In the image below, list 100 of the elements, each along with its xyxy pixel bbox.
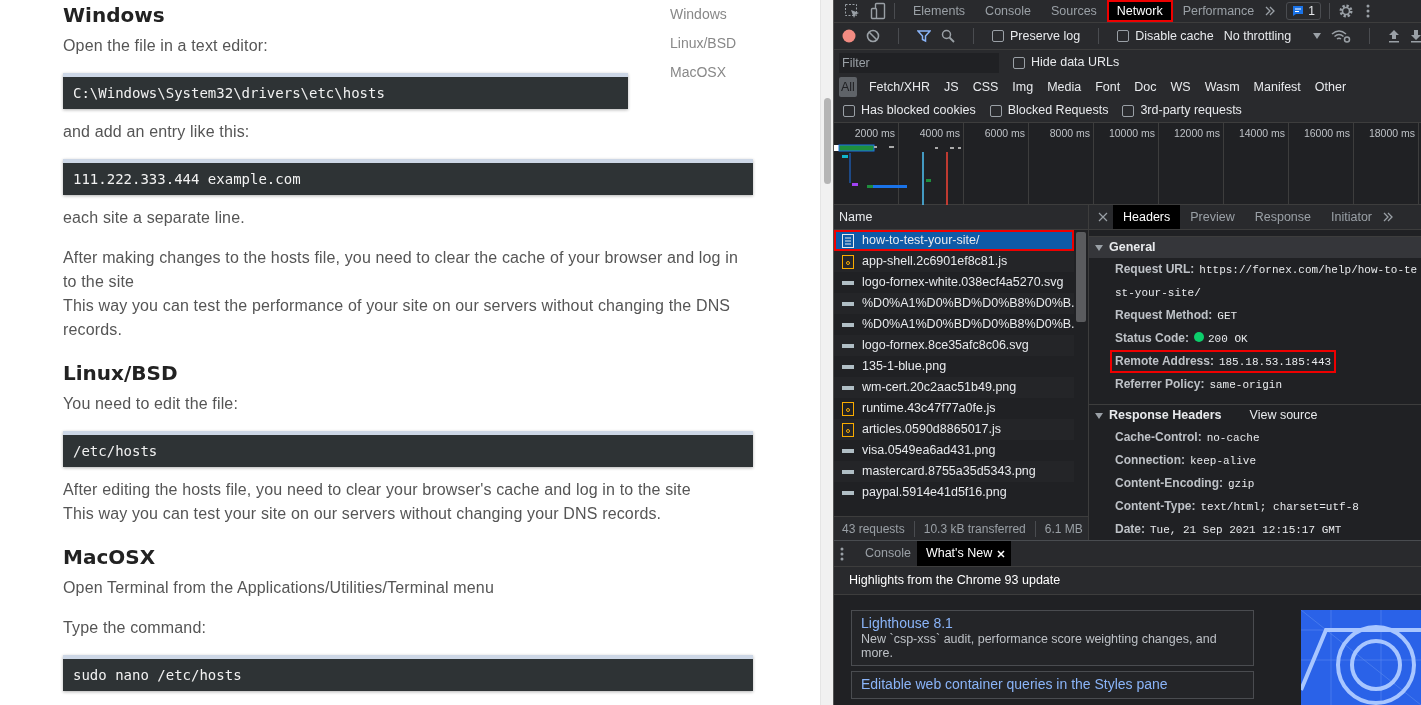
- header-value: 200 OK: [1208, 333, 1248, 345]
- detail-tab[interactable]: Headers: [1113, 205, 1181, 229]
- request-row[interactable]: visa.0549ea6ad431.png: [834, 440, 1074, 461]
- section-title[interactable]: Response Headers: [1109, 406, 1222, 425]
- request-name: wm-cert.20c2aac51b49.png: [862, 379, 1017, 397]
- request-row[interactable]: how-to-test-your-site/: [834, 230, 1074, 251]
- type-filter[interactable]: JS: [942, 76, 961, 98]
- paragraph-text: This way you can test your site on our servers without changing your DNS records.: [63, 504, 663, 524]
- request-row[interactable]: articles.0590d8865017.js: [834, 419, 1074, 440]
- panel-tab[interactable]: Elements: [903, 0, 976, 22]
- feature-card[interactable]: Lighthouse 8.1 New `csp-xss` audit, performance score weighting changes, and more.: [851, 610, 1254, 666]
- code-block: /etc/hosts: [63, 431, 753, 467]
- toc-link[interactable]: Linux/BSD: [670, 29, 753, 58]
- download-icon[interactable]: [1410, 29, 1421, 43]
- type-filter[interactable]: Wasm: [1202, 76, 1242, 98]
- close-icon[interactable]: [997, 549, 1006, 558]
- feature-card[interactable]: Editable web container queries in the Styles pane: [851, 671, 1254, 699]
- script-file-icon: [842, 254, 854, 269]
- filter-checkbox[interactable]: Blocked Requests: [989, 101, 1109, 120]
- card-title-link[interactable]: Editable web container queries in the Styles pane: [861, 676, 1244, 693]
- timeline-tick-label: 16000 ms: [1289, 123, 1354, 204]
- clear-icon[interactable]: [866, 29, 880, 43]
- filter-checkbox[interactable]: 3rd-party requests: [1122, 101, 1242, 120]
- device-icon[interactable]: [870, 2, 886, 20]
- more-tabs-icon[interactable]: [1264, 5, 1277, 17]
- script-file-icon: [842, 401, 854, 416]
- record-icon[interactable]: [842, 29, 856, 43]
- request-name: articles.0590d8865017.js: [862, 421, 1001, 439]
- filter-checkbox[interactable]: Has blocked cookies: [843, 101, 976, 120]
- request-name: runtime.43c47f77a0fe.js: [862, 400, 996, 418]
- type-filter[interactable]: WS: [1168, 76, 1193, 98]
- type-filter[interactable]: Fetch/XHR: [866, 76, 933, 98]
- section-heading: Linux/BSD: [63, 360, 179, 387]
- request-row[interactable]: paypal.5914e41d5f16.png: [834, 482, 1074, 503]
- expanded-triangle-icon[interactable]: [1095, 243, 1103, 252]
- more-options-icon[interactable]: [1365, 4, 1370, 18]
- upload-icon[interactable]: [1388, 29, 1401, 43]
- panel-tab[interactable]: Performance: [1172, 0, 1265, 22]
- more-tabs-icon[interactable]: [1382, 211, 1394, 223]
- card-title-link[interactable]: Lighthouse 8.1: [861, 615, 1244, 632]
- list-scrollbar[interactable]: [1076, 232, 1086, 322]
- issues-button[interactable]: 1: [1286, 2, 1321, 20]
- panel-tab[interactable]: Sources: [1041, 0, 1107, 22]
- type-filter[interactable]: Font: [1093, 76, 1123, 98]
- request-row[interactable]: %D0%A1%D0%BD%D0%B8%D0%B.: [834, 293, 1074, 314]
- header-field: Date: Tue, 21 Sep 2021 12:15:17 GMT: [1115, 522, 1342, 536]
- detail-tab[interactable]: Response: [1244, 205, 1321, 229]
- request-name: 135-1-blue.png: [862, 358, 947, 376]
- code-block: sudo nano /etc/hosts: [63, 655, 753, 691]
- toc-link[interactable]: MacOSX: [670, 58, 753, 87]
- request-row[interactable]: mastercard.8755a35d5343.png: [834, 461, 1074, 482]
- request-row[interactable]: logo-fornex-white.038ecf4a5270.svg: [834, 272, 1074, 293]
- section-heading: Windows: [63, 2, 166, 29]
- panel-tab[interactable]: Network: [1106, 0, 1173, 22]
- expanded-triangle-icon[interactable]: [1095, 411, 1103, 420]
- header-field: Content-Encoding: gzip: [1115, 476, 1255, 490]
- type-filter[interactable]: Media: [1045, 76, 1084, 98]
- header-name: Status Code:: [1115, 331, 1189, 345]
- page-scrollbar[interactable]: [820, 0, 833, 705]
- code-block: C:\Windows\System32\drivers\etc\hosts: [63, 73, 628, 109]
- disable-cache-checkbox[interactable]: Disable cache: [1117, 26, 1214, 46]
- request-row[interactable]: runtime.43c47f77a0fe.js: [834, 398, 1074, 419]
- type-filter[interactable]: Img: [1010, 76, 1036, 98]
- panel-tab[interactable]: Console: [975, 0, 1041, 22]
- column-header[interactable]: Name: [834, 205, 1088, 230]
- request-name: visa.0549ea6ad431.png: [862, 442, 996, 460]
- card-description: New `csp-xss` audit, performance score weighting changes, and more.: [861, 632, 1218, 660]
- request-row[interactable]: wm-cert.20c2aac51b49.png: [834, 377, 1074, 398]
- type-filter[interactable]: Other: [1312, 76, 1349, 98]
- header-field: Request URL: https://fornex.com/help/how-to-test-your-site/: [1115, 262, 1418, 299]
- paragraph-text: You need to edit the file:: [63, 394, 239, 414]
- type-filter[interactable]: Doc: [1132, 76, 1159, 98]
- drawer-tab[interactable]: Console: [856, 541, 917, 566]
- filter-icon[interactable]: [917, 29, 931, 43]
- type-filter[interactable]: CSS: [970, 76, 1001, 98]
- type-filter[interactable]: Manifest: [1251, 76, 1303, 98]
- request-name: %D0%A1%D0%BD%D0%B8%D0%B.: [862, 295, 1074, 313]
- view-source-link[interactable]: View source: [1249, 406, 1318, 425]
- request-row[interactable]: logo-fornex.8ce35afc8c06.svg: [834, 335, 1074, 356]
- inspect-icon[interactable]: [844, 3, 860, 19]
- wifi-settings-icon[interactable]: [1331, 29, 1352, 43]
- request-name: logo-fornex-white.038ecf4a5270.svg: [862, 274, 1064, 292]
- preserve-log-checkbox[interactable]: Preserve log: [992, 26, 1081, 46]
- hide-data-urls-checkbox[interactable]: Hide data URLs: [1013, 53, 1120, 72]
- detail-tab[interactable]: Preview: [1180, 205, 1245, 229]
- search-icon[interactable]: [941, 29, 955, 43]
- timeline-tick-label: 8000 ms: [1029, 123, 1094, 204]
- request-row[interactable]: app-shell.2c6901ef8c81.js: [834, 251, 1074, 272]
- section-title[interactable]: General: [1109, 238, 1156, 257]
- settings-icon[interactable]: [1337, 3, 1354, 19]
- request-row[interactable]: %D0%A1%D0%BD%D0%B8%D0%B.: [834, 314, 1074, 335]
- more-options-icon[interactable]: [840, 546, 844, 561]
- request-row[interactable]: 135-1-blue.png: [834, 356, 1074, 377]
- section-heading: MacOSX: [63, 544, 157, 571]
- toc-link[interactable]: Windows: [670, 0, 753, 29]
- timeline-tick-label: 6000 ms: [964, 123, 1029, 204]
- filter-field[interactable]: Filter: [839, 52, 999, 73]
- detail-tab[interactable]: Initiator: [1321, 205, 1382, 229]
- drawer-tab[interactable]: What's New: [916, 541, 1012, 566]
- throttling-dropdown[interactable]: No throttling: [1223, 26, 1322, 46]
